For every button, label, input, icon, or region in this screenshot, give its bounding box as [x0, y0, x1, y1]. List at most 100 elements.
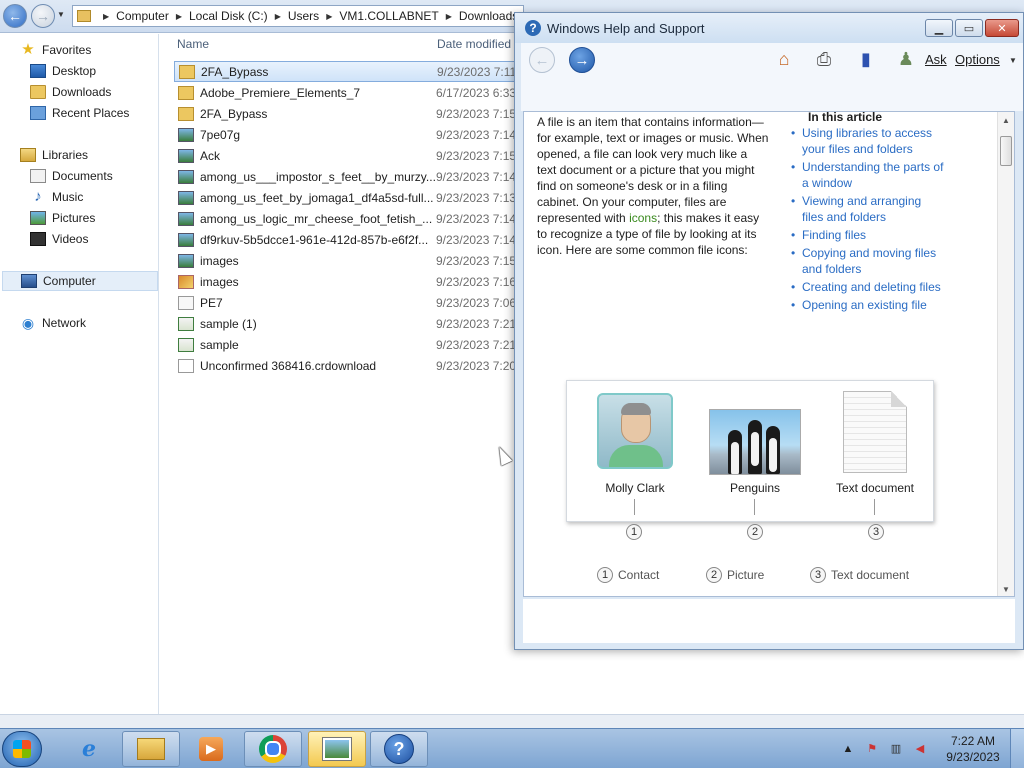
- scroll-up-icon[interactable]: ▲: [1002, 116, 1010, 125]
- file-row[interactable]: images 9/23/2023 7:15: [174, 250, 534, 271]
- nav-pictures[interactable]: Pictures: [30, 208, 95, 228]
- file-row[interactable]: sample 9/23/2023 7:21: [174, 334, 534, 355]
- taskbar-chrome[interactable]: [244, 731, 302, 767]
- file-name: among_us_feet_by_jomaga1_df4a5sd-full...: [200, 190, 434, 205]
- nav-documents[interactable]: Documents: [30, 166, 113, 186]
- file-row[interactable]: among_us___impostor_s_feet__by_murzy... 9…: [174, 166, 534, 187]
- taskbar-media-player[interactable]: ▶: [182, 731, 240, 767]
- taskbar-help-and-support[interactable]: ?: [370, 731, 428, 767]
- help-title-bar[interactable]: ? Windows Help and Support ▁ ▭ ✕: [515, 13, 1023, 43]
- breadcrumb-user[interactable]: VM1.COLLABNET: [339, 9, 438, 23]
- breadcrumb-downloads[interactable]: Downloads: [459, 9, 518, 23]
- chevron-right-icon[interactable]: ▶: [275, 12, 281, 21]
- legend-number: 1: [597, 567, 613, 583]
- scroll-thumb[interactable]: [1000, 136, 1012, 166]
- chevron-right-icon[interactable]: ▶: [176, 12, 182, 21]
- taskbar-windows-explorer[interactable]: [122, 731, 180, 767]
- file-row[interactable]: among_us_logic_mr_cheese_foot_fetish_...…: [174, 208, 534, 229]
- file-name: Unconfirmed 368416.crdownload: [200, 358, 377, 373]
- taskbar-photo-viewer[interactable]: [308, 731, 366, 767]
- start-button[interactable]: [2, 731, 42, 767]
- browse-help-icon[interactable]: ▮: [853, 47, 879, 71]
- article-link[interactable]: Opening an existing file: [788, 297, 944, 313]
- image-file-icon: [178, 190, 194, 205]
- show-hidden-icons-icon[interactable]: ▲: [840, 742, 856, 756]
- nav-downloads[interactable]: Downloads: [30, 82, 111, 102]
- nav-network-label: Network: [42, 316, 87, 330]
- article-link[interactable]: Viewing and arranging files and folders: [788, 193, 944, 225]
- network-status-icon[interactable]: ▥: [888, 742, 904, 756]
- legend-item: 2 Picture: [706, 567, 764, 583]
- chevron-down-icon[interactable]: ▼: [1009, 56, 1017, 65]
- videos-icon: [30, 232, 46, 246]
- nav-downloads-label: Downloads: [52, 85, 112, 99]
- help-back-button[interactable]: ←: [529, 47, 555, 73]
- file-row[interactable]: among_us_feet_by_jomaga1_df4a5sd-full...…: [174, 187, 534, 208]
- file-row[interactable]: 2FA_Bypass 9/23/2023 7:15: [174, 103, 534, 124]
- file-row[interactable]: Unconfirmed 368416.crdownload 9/23/2023 7…: [174, 355, 534, 376]
- callout-number: 1: [626, 524, 642, 540]
- nav-network[interactable]: ◉ Network: [20, 313, 86, 333]
- nav-videos[interactable]: Videos: [30, 229, 88, 249]
- home-icon[interactable]: ⌂: [771, 47, 797, 71]
- column-header-name[interactable]: Name: [177, 37, 209, 51]
- taskbar-internet-explorer[interactable]: e: [60, 731, 118, 767]
- nav-recent-places[interactable]: Recent Places: [30, 103, 129, 123]
- help-scrollbar[interactable]: ▲ ▼: [997, 112, 1014, 596]
- contact-body: [609, 445, 663, 467]
- options-button[interactable]: Options: [955, 52, 1000, 67]
- show-desktop-button[interactable]: [1010, 729, 1024, 768]
- article-link[interactable]: Creating and deleting files: [788, 279, 944, 295]
- column-header-date-modified[interactable]: Date modified: [437, 37, 511, 51]
- file-row[interactable]: Ack 9/23/2023 7:15: [174, 145, 534, 166]
- file-row[interactable]: df9rkuv-5b5dcce1-961e-412d-857b-e6f2f...…: [174, 229, 534, 250]
- chevron-right-icon[interactable]: ▶: [446, 12, 452, 21]
- forward-button[interactable]: →: [31, 4, 55, 28]
- close-button[interactable]: ✕: [985, 19, 1019, 37]
- breadcrumb-users[interactable]: Users: [288, 9, 319, 23]
- print-icon[interactable]: ⎙: [811, 47, 837, 71]
- ask-icon[interactable]: ♟: [893, 47, 919, 71]
- breadcrumb-computer[interactable]: Computer: [116, 9, 169, 23]
- star-icon: ★: [21, 41, 35, 58]
- file-row[interactable]: sample (1) 9/23/2023 7:21: [174, 313, 534, 334]
- chevron-right-icon[interactable]: ▶: [103, 12, 109, 21]
- nav-favorites[interactable]: ★ Favorites: [20, 40, 91, 60]
- article-link[interactable]: Understanding the parts of a window: [788, 159, 944, 191]
- file-name: 7pe07g: [200, 127, 241, 142]
- scroll-down-icon[interactable]: ▼: [1002, 585, 1010, 594]
- file-row[interactable]: PE7 9/23/2023 7:06: [174, 292, 534, 313]
- script-file-icon: [178, 337, 194, 352]
- article-link[interactable]: Using libraries to access your files and…: [788, 125, 944, 157]
- figure-caption-picture: Penguins: [729, 481, 781, 495]
- file-row[interactable]: 7pe07g 9/23/2023 7:14: [174, 124, 534, 145]
- article-link[interactable]: Copying and moving files and folders: [788, 245, 944, 277]
- minimize-button[interactable]: ▁: [925, 19, 953, 37]
- back-button[interactable]: ←: [3, 4, 27, 28]
- icons-link[interactable]: icons: [629, 211, 657, 225]
- help-paragraph-text: A file is an item that contains informat…: [537, 115, 769, 225]
- legend-label: Text document: [831, 568, 910, 582]
- help-forward-button[interactable]: →: [569, 47, 595, 73]
- file-row[interactable]: 2FA_Bypass 9/23/2023 7:11: [174, 61, 534, 82]
- system-clock[interactable]: 7:22 AM 9/23/2023: [940, 733, 1006, 765]
- nav-libraries[interactable]: Libraries: [20, 145, 88, 165]
- action-center-icon[interactable]: ⚑: [864, 742, 880, 756]
- ask-button[interactable]: Ask: [925, 52, 947, 67]
- chevron-right-icon[interactable]: ▶: [326, 12, 332, 21]
- nav-music[interactable]: ♪ Music: [30, 187, 83, 207]
- nav-desktop[interactable]: Desktop: [30, 61, 96, 81]
- in-this-article-heading: In this article: [808, 111, 883, 124]
- maximize-button[interactable]: ▭: [955, 19, 983, 37]
- computer-icon: [21, 274, 37, 288]
- file-row[interactable]: Adobe_Premiere_Elements_7 6/17/2023 6:33: [174, 82, 534, 103]
- callout-number: 2: [747, 524, 763, 540]
- nav-computer[interactable]: Computer: [2, 271, 158, 291]
- article-link[interactable]: Finding files: [788, 227, 944, 243]
- file-row[interactable]: images 9/23/2023 7:16: [174, 271, 534, 292]
- breadcrumb[interactable]: ▶ Computer ▶ Local Disk (C:) ▶ Users ▶ V…: [72, 5, 524, 27]
- volume-muted-icon[interactable]: ◀: [912, 742, 928, 756]
- libraries-icon: [20, 148, 36, 162]
- recent-pages-dropdown[interactable]: ▼: [57, 10, 65, 19]
- breadcrumb-local-disk[interactable]: Local Disk (C:): [189, 9, 268, 23]
